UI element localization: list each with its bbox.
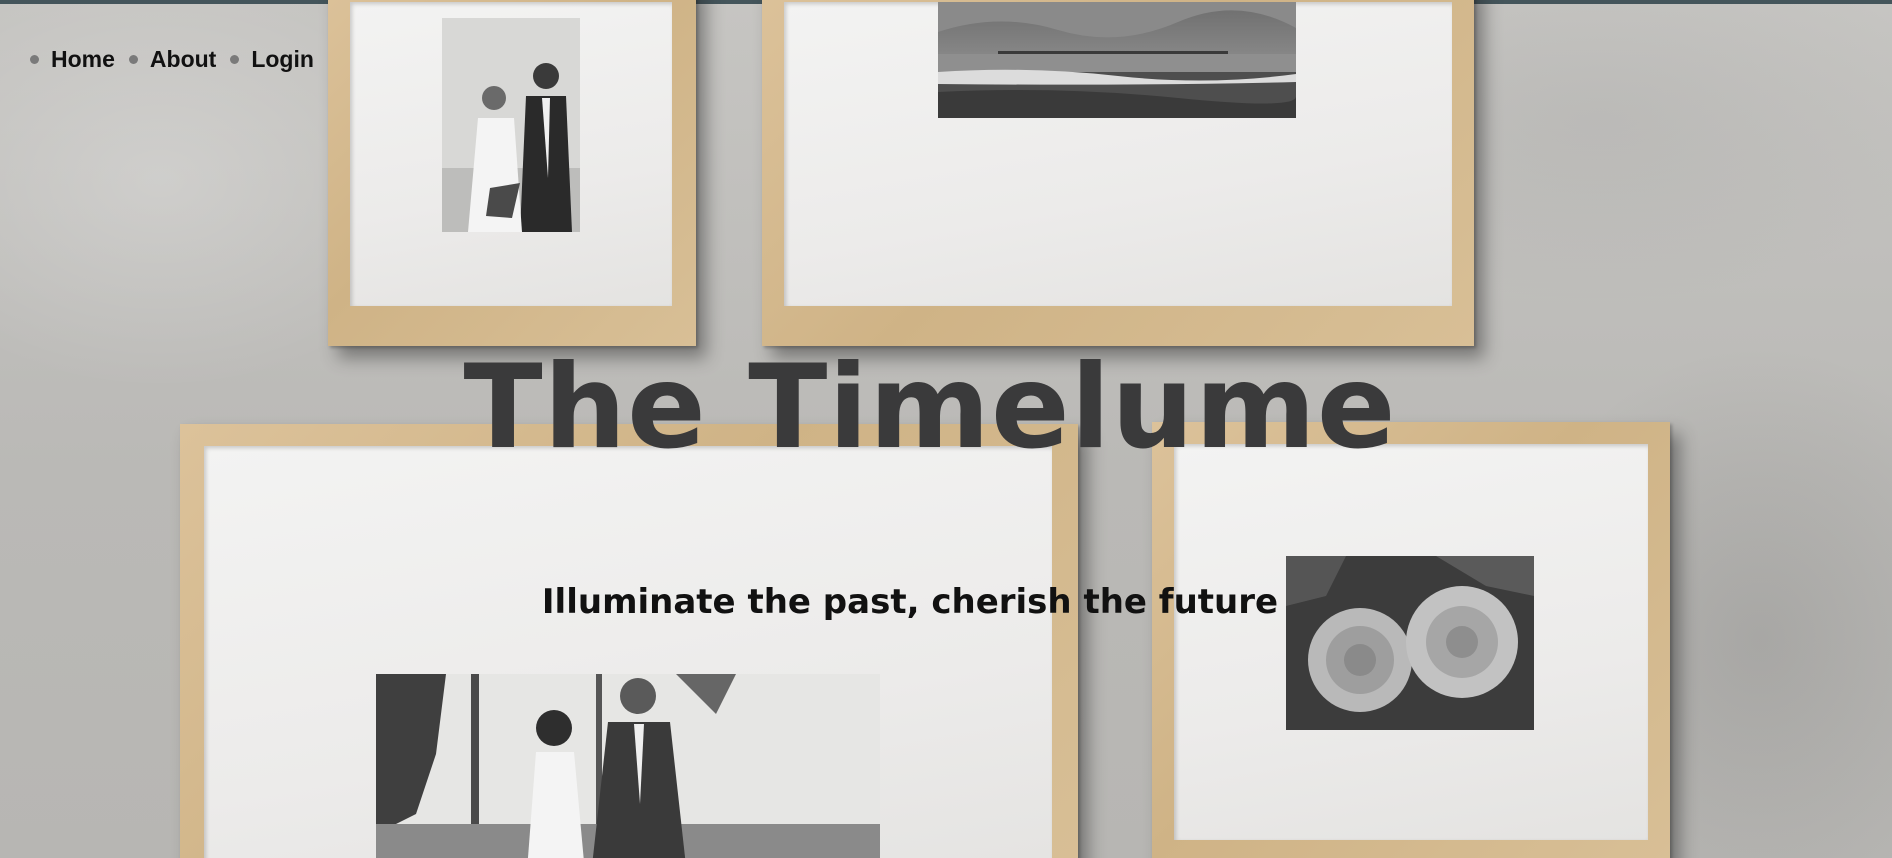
picture-frame-beach-pier xyxy=(762,0,1474,346)
couple-portrait-photo xyxy=(442,18,580,232)
bullet-icon xyxy=(30,55,39,64)
nav-item-login: Login xyxy=(230,46,314,73)
couple-walking-photo xyxy=(376,674,880,858)
bullet-icon xyxy=(128,55,138,64)
nav-link-about[interactable]: About xyxy=(150,46,216,73)
site-tagline: Illuminate the past, cherish the future xyxy=(541,582,1279,622)
nav-item-about: About xyxy=(128,46,216,73)
picture-frame-roses xyxy=(1152,422,1670,858)
picture-frame-couple-portrait xyxy=(328,0,696,346)
main-nav: Home About Login xyxy=(30,46,328,73)
site-title: The Timelume xyxy=(463,340,1397,475)
beach-pier-photo xyxy=(938,2,1296,118)
picture-frame-couple-walking xyxy=(180,424,1078,858)
landing-page: Home About Login The Timelume Illuminate… xyxy=(0,0,1892,858)
nav-link-login[interactable]: Login xyxy=(251,46,314,73)
nav-item-home: Home xyxy=(30,46,115,73)
nav-link-home[interactable]: Home xyxy=(51,46,115,73)
bullet-icon xyxy=(230,55,240,64)
